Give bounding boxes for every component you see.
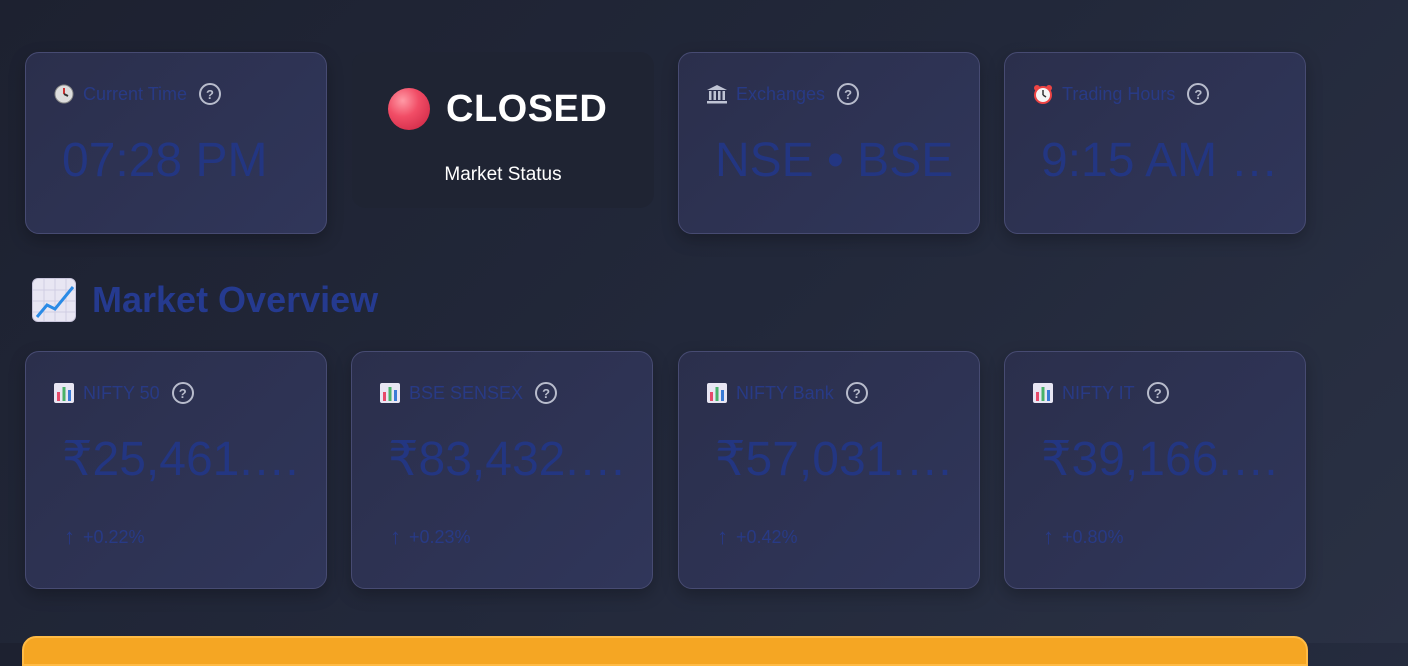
index-delta-value: +0.23% <box>409 526 471 547</box>
bar-chart-icon <box>379 383 401 403</box>
bar-chart-icon <box>53 383 75 403</box>
status-dot-icon <box>388 88 430 130</box>
index-label: NIFTY Bank <box>736 382 834 403</box>
index-delta: ↑ +0.23% <box>390 524 471 550</box>
index-delta: ↑ +0.80% <box>1043 524 1124 550</box>
index-label: BSE SENSEX <box>409 382 524 403</box>
index-label: NIFTY IT <box>1062 382 1135 403</box>
index-delta-value: +0.80% <box>1062 526 1124 547</box>
trading-hours-card: Trading Hours ? 9:15 AM - 3:30 PM <box>1004 52 1306 234</box>
arrow-up-icon: ↑ <box>717 524 728 549</box>
help-icon[interactable]: ? <box>1146 382 1169 404</box>
help-icon[interactable]: ? <box>845 382 868 404</box>
index-value: ₹83,432.89 <box>388 434 628 486</box>
chart-increasing-icon <box>32 278 76 322</box>
alert-banner <box>22 636 1308 666</box>
index-delta-value: +0.42% <box>736 526 798 547</box>
section-heading: Market Overview <box>32 278 378 322</box>
exchanges-label: Exchanges <box>736 83 826 104</box>
index-value: ₹57,031.90 <box>715 434 955 486</box>
help-icon[interactable]: ? <box>171 382 194 404</box>
index-card-nifty-bank: NIFTY Bank ? ₹57,031.90 ↑ +0.42% <box>678 351 980 589</box>
exchanges-card: Exchanges ? NSE • BSE <box>678 52 980 234</box>
alarm-clock-icon <box>1032 84 1054 104</box>
arrow-up-icon: ↑ <box>1043 524 1054 549</box>
help-icon[interactable]: ? <box>837 83 860 105</box>
trading-hours-value: 9:15 AM - 3:30 PM <box>1041 135 1281 187</box>
exchanges-value: NSE • BSE <box>715 135 954 187</box>
index-delta: ↑ +0.42% <box>717 524 798 550</box>
bar-chart-icon <box>706 383 728 403</box>
market-status-card: CLOSED Market Status <box>352 52 654 208</box>
index-card-nifty-50: NIFTY 50 ? ₹25,461.00 ↑ +0.22% <box>25 351 327 589</box>
section-title: Market Overview <box>92 279 379 320</box>
bank-icon <box>706 84 728 104</box>
index-card-nifty-it: NIFTY IT ? ₹39,166.35 ↑ +0.80% <box>1004 351 1306 589</box>
index-card-bse-sensex: BSE SENSEX ? ₹83,432.89 ↑ +0.23% <box>351 351 653 589</box>
current-time-card: Current Time ? 07:28 PM <box>25 52 327 234</box>
help-icon[interactable]: ? <box>535 382 558 404</box>
arrow-up-icon: ↑ <box>64 524 75 549</box>
index-label: NIFTY 50 <box>83 382 160 403</box>
trading-hours-label: Trading Hours <box>1062 83 1176 104</box>
help-icon[interactable]: ? <box>1187 83 1210 105</box>
current-time-value: 07:28 PM <box>62 135 268 187</box>
current-time-label: Current Time <box>83 83 188 104</box>
bar-chart-icon <box>1032 383 1054 403</box>
index-value: ₹39,166.35 <box>1041 434 1281 486</box>
help-icon[interactable]: ? <box>199 83 222 105</box>
clock-icon <box>53 84 75 104</box>
market-status-state: CLOSED <box>446 88 608 130</box>
arrow-up-icon: ↑ <box>390 524 401 549</box>
index-delta-value: +0.22% <box>83 526 145 547</box>
market-status-label: Market Status <box>444 164 562 185</box>
index-delta: ↑ +0.22% <box>64 524 145 550</box>
index-value: ₹25,461.00 <box>62 434 302 486</box>
